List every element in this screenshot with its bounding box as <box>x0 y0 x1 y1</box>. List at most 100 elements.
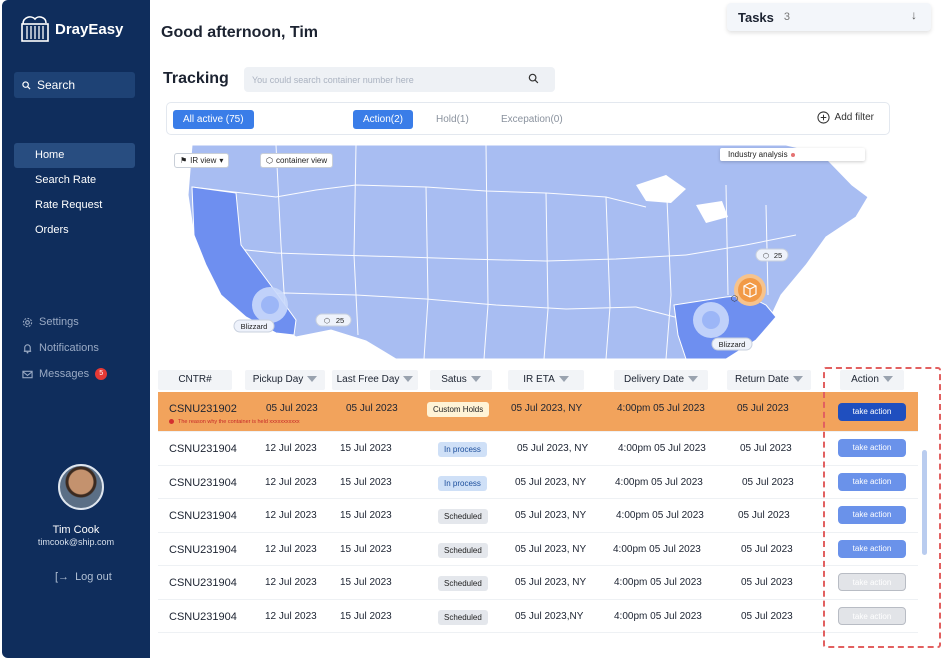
col-delivery-date[interactable]: Delivery Date <box>614 370 708 390</box>
pickup-cell: 12 Jul 2023 <box>265 610 317 622</box>
col-label: IR ETA <box>523 374 555 385</box>
logout-label: Log out <box>75 571 112 583</box>
brand-name: DrayEasy <box>55 20 124 38</box>
sidebar-search-button[interactable]: Search <box>14 72 135 98</box>
table-row[interactable]: CSNU231904 12 Jul 2023 15 Jul 2023 Sched… <box>158 566 918 600</box>
eta-cell: 05 Jul 2023, NY <box>515 510 587 521</box>
col-ir-eta[interactable]: IR ETA <box>508 370 584 390</box>
cntr-cell: CSNU231904 <box>169 543 237 556</box>
table-row[interactable]: CSNU231902 05 Jul 2023 05 Jul 2023 Custo… <box>158 392 918 432</box>
filter-action[interactable]: Action(2) <box>353 110 414 129</box>
delivery-cell: 4:00pm 05 Jul 2023 <box>614 610 702 622</box>
table-row[interactable]: CSNU231904 12 Jul 2023 15 Jul 2023 In pr… <box>158 466 918 499</box>
nav-item-search-rate[interactable]: Search Rate <box>14 168 135 193</box>
col-action[interactable]: Action <box>840 370 904 390</box>
return-cell: 05 Jul 2023 <box>737 403 789 414</box>
take-action-button[interactable]: take action <box>838 472 906 491</box>
sort-caret-icon <box>882 376 893 383</box>
add-filter-button[interactable]: Add filter <box>816 111 874 124</box>
ir-view-dropdown[interactable]: ⚑ IR view ▾ <box>174 153 230 168</box>
table-row[interactable]: CSNU231904 12 Jul 2023 15 Jul 2023 Sched… <box>158 533 918 566</box>
map-label-blizzard-east[interactable]: Blizzard <box>711 337 753 351</box>
delivery-cell: 4:00pm 05 Jul 2023 <box>614 577 702 588</box>
col-pickup-day[interactable]: Pickup Day <box>245 370 325 390</box>
take-action-button[interactable]: take action <box>838 506 906 524</box>
container-search-input[interactable]: You could search container number here <box>244 67 555 92</box>
nav-item-settings[interactable]: Settings <box>22 309 107 335</box>
take-action-button[interactable]: take action <box>838 539 906 558</box>
table-row[interactable]: CSNU231904 12 Jul 2023 15 Jul 2023 Sched… <box>158 600 918 633</box>
container-logo-icon <box>21 16 49 42</box>
status-badge: Scheduled <box>438 509 488 524</box>
hold-reason-text: The reason why the container is held xxx… <box>178 419 300 425</box>
return-cell: 05 Jul 2023 <box>741 577 793 588</box>
sort-caret-icon <box>470 376 481 383</box>
box-icon: ⬡ <box>731 294 738 303</box>
box-icon: ⬡ <box>324 317 330 325</box>
count-label: 25 <box>336 316 344 325</box>
ir-view-label: IR view <box>190 156 217 165</box>
filter-hold[interactable]: Hold(1) <box>426 110 479 129</box>
col-status[interactable]: Satus <box>430 370 492 390</box>
tasks-dropdown[interactable]: Tasks 3 ↓ <box>727 3 931 31</box>
nav-item-rate-request[interactable]: Rate Request <box>14 193 135 218</box>
cntr-cell: CSNU231904 <box>169 476 237 489</box>
return-cell: 05 Jul 2023 <box>738 510 790 521</box>
status-badge: Scheduled <box>438 609 488 625</box>
take-action-button[interactable]: take action <box>838 403 906 421</box>
table-scrollbar[interactable] <box>922 450 927 555</box>
return-cell: 05 Jul 2023 <box>740 443 792 454</box>
col-label: CNTR# <box>178 374 212 385</box>
tracking-map[interactable]: Blizzard ⬡ 25 ⬡ 25 Blizzard ⬡ ⚑ IR view … <box>166 145 872 359</box>
sidebar: DrayEasy Search Home Search Rate Rate Re… <box>2 0 150 658</box>
search-icon[interactable] <box>528 73 539 84</box>
delivery-cell: 4:00pm 05 Jul 2023 <box>616 510 704 521</box>
gear-icon <box>22 317 33 327</box>
eta-cell: 05 Jul 2023, NY <box>515 577 587 588</box>
take-action-button[interactable]: take action <box>838 606 906 625</box>
pickup-cell: 12 Jul 2023 <box>265 443 317 454</box>
table-row[interactable]: CSNU231904 12 Jul 2023 15 Jul 2023 Sched… <box>158 499 918 533</box>
nav-item-home[interactable]: Home <box>14 143 135 168</box>
nav-item-notifications[interactable]: Notifications <box>22 335 107 361</box>
col-return-date[interactable]: Return Date <box>727 370 811 390</box>
map-label-blizzard-west[interactable]: Blizzard <box>233 319 275 333</box>
filter-all-active[interactable]: All active (75) <box>173 110 254 129</box>
filter-exception[interactable]: Excepation(0) <box>491 110 573 129</box>
table-row[interactable]: CSNU231904 12 Jul 2023 15 Jul 2023 In pr… <box>158 432 918 466</box>
brand-logo[interactable]: DrayEasy <box>19 14 123 44</box>
eta-cell: 05 Jul 2023, NY <box>515 476 587 488</box>
cntr-cell: CSNU231904 <box>169 610 237 623</box>
return-cell: 05 Jul 2023 <box>741 610 793 622</box>
eta-cell: 05 Jul 2023,NY <box>515 610 584 622</box>
col-label: Pickup Day <box>252 374 304 385</box>
return-cell: 05 Jul 2023 <box>741 543 793 555</box>
nav-item-messages[interactable]: Messages 5 <box>22 361 108 387</box>
avatar[interactable] <box>58 464 104 510</box>
sort-caret-icon <box>403 376 414 383</box>
industry-analysis-panel[interactable]: Industry analysis <box>720 148 865 161</box>
alert-dot-icon <box>169 419 174 425</box>
filter-bar: All active (75) Action(2) Hold(1) Excepa… <box>166 102 890 135</box>
lfd-cell: 15 Jul 2023 <box>340 577 392 588</box>
take-action-button[interactable]: take action <box>838 573 906 591</box>
lfd-cell: 05 Jul 2023 <box>346 403 398 414</box>
sort-caret-icon <box>307 376 318 383</box>
container-view-toggle[interactable]: ⬡ container view <box>260 153 334 168</box>
map-label-count-west[interactable]: ⬡ 25 <box>315 313 352 327</box>
add-filter-label: Add filter <box>834 112 874 123</box>
user-name: Tim Cook <box>52 524 100 536</box>
nav-item-orders[interactable]: Orders <box>14 218 135 243</box>
col-cntr[interactable]: CNTR# <box>158 370 232 390</box>
cntr-cell: CSNU231904 <box>169 510 237 522</box>
col-label: Action <box>851 374 879 385</box>
logout-button[interactable]: [→ Log out <box>55 571 112 583</box>
sort-caret-icon <box>688 376 699 383</box>
take-action-button[interactable]: take action <box>838 439 906 457</box>
map-label-count-east[interactable]: ⬡ 25 <box>755 248 789 262</box>
status-badge: Scheduled <box>438 576 488 591</box>
col-last-free-day[interactable]: Last Free Day <box>332 370 418 390</box>
secondary-nav: Settings Notifications Messages 5 <box>22 309 108 387</box>
messages-label: Messages <box>39 368 90 380</box>
search-icon <box>22 80 31 90</box>
